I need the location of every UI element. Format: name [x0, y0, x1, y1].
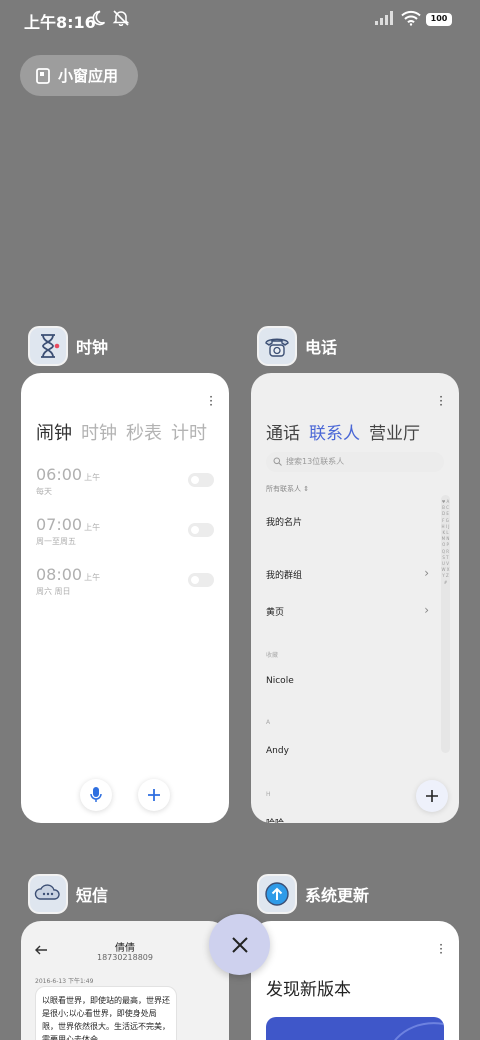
system-update-app-header[interactable]: 系统更新 — [257, 874, 369, 914]
tab-service-hall[interactable]: 营业厅 — [369, 419, 420, 444]
alarm-ampm: 上午 — [84, 523, 101, 532]
add-alarm-button[interactable] — [138, 779, 170, 811]
clock-app-name: 时钟 — [76, 338, 109, 357]
more-options-icon[interactable]: · · · — [439, 939, 443, 959]
mute-bell-icon — [112, 10, 130, 26]
alarm-repeat: 每天 — [36, 487, 52, 496]
alarm-item[interactable]: 07:00 上午 周一至周五 — [36, 515, 214, 547]
messages-app-header[interactable]: 短信 — [28, 874, 108, 914]
plus-icon — [148, 789, 160, 801]
alarm-toggle[interactable] — [188, 473, 214, 487]
more-options-icon[interactable]: · · · — [439, 391, 443, 411]
yellow-pages-item[interactable]: 黄页 — [266, 605, 284, 618]
alarm-toggle[interactable] — [188, 573, 214, 587]
contact-filter[interactable]: 所有联系人 ⇕ — [266, 484, 309, 494]
alarm-item[interactable]: 06:00 上午 每天 — [36, 465, 214, 497]
battery-icon: 100 — [426, 13, 452, 26]
alarm-ampm: 上午 — [84, 573, 101, 582]
message-timestamp: 2016-6-13 下午1:49 — [35, 978, 94, 985]
alarm-repeat: 周一至周五 — [36, 537, 76, 546]
contact-item[interactable]: 哈哈 — [266, 816, 284, 823]
floating-window-label: 小窗应用 — [58, 67, 119, 85]
tab-clock[interactable]: 时钟 — [81, 419, 117, 445]
microphone-icon — [90, 787, 102, 802]
phone-tabs: 通话 联系人 营业厅 — [266, 419, 420, 444]
close-icon — [231, 936, 248, 953]
status-time: 上午8:16 — [24, 13, 96, 32]
section-header: H — [266, 791, 271, 798]
add-contact-button[interactable] — [416, 780, 448, 812]
clock-tabs: 闹钟 时钟 秒表 计时 — [36, 419, 207, 445]
alarm-time: 07:00 — [36, 515, 83, 534]
my-groups-item[interactable]: 我的群组 — [266, 568, 302, 581]
floating-window-icon — [36, 67, 50, 84]
phone-app-card[interactable]: · · · 通话 联系人 营业厅 搜索13位联系人 所有联系人 ⇕ 我的名片 我的群… — [251, 373, 459, 823]
alarm-time: 06:00 — [36, 465, 83, 484]
alphabet-index-scrollbar[interactable]: ♥ A B C D E F G H I J K L M N O P Q R S … — [441, 495, 450, 753]
phone-app-header[interactable]: 电话 — [257, 326, 337, 366]
alarm-repeat: 周六 周日 — [36, 587, 71, 596]
system-update-app-card[interactable]: · · · 发现新版本 — [251, 921, 459, 1040]
search-icon — [273, 457, 282, 466]
alarm-time: 08:00 — [36, 565, 83, 584]
section-header: A — [266, 719, 271, 726]
alarm-ampm: 上午 — [84, 473, 101, 482]
tab-contacts[interactable]: 联系人 — [309, 419, 360, 444]
phone-app-icon — [257, 326, 297, 366]
clear-all-button[interactable] — [209, 914, 270, 975]
contact-item[interactable]: Nicole — [266, 676, 294, 686]
system-update-app-name: 系统更新 — [305, 886, 370, 905]
favorites-header: 收藏 — [266, 652, 279, 659]
contact-search-input[interactable]: 搜索13位联系人 — [266, 452, 444, 472]
tab-stopwatch[interactable]: 秒表 — [126, 419, 162, 445]
chevron-right-icon: › — [424, 566, 429, 580]
wifi-icon — [401, 10, 421, 26]
update-banner — [266, 1017, 444, 1040]
clock-app-card[interactable]: · · · 闹钟 时钟 秒表 计时 06:00 上午 每天 07:00 上午 周一至周五… — [21, 373, 229, 823]
conversation-contact-number: 18730218809 — [97, 953, 153, 962]
status-bar: 上午8:16 100 — [0, 0, 480, 40]
tab-timer[interactable]: 计时 — [171, 419, 207, 445]
clock-app-icon — [28, 326, 68, 366]
clock-app-header[interactable]: 时钟 — [28, 326, 108, 366]
contact-item[interactable]: Andy — [266, 746, 289, 756]
conversation-contact-name: 倩倩 — [115, 943, 135, 954]
phone-app-name: 电话 — [305, 338, 338, 357]
messages-app-card[interactable]: 倩倩 18730218809 2016-6-13 下午1:49 以眼看世界，即使… — [21, 921, 229, 1040]
system-update-app-icon — [257, 874, 297, 914]
chat-cloud-icon — [34, 884, 60, 900]
update-arrow-icon — [265, 882, 289, 906]
tab-calls[interactable]: 通话 — [266, 419, 300, 444]
my-card-item[interactable]: 我的名片 — [266, 515, 302, 528]
update-banner-decoration — [394, 1022, 444, 1040]
do-not-disturb-icon — [92, 10, 106, 26]
messages-app-name: 短信 — [76, 886, 109, 905]
plus-icon — [426, 790, 438, 802]
update-title: 发现新版本 — [266, 980, 351, 1000]
signal-icon — [375, 11, 393, 25]
floating-window-button[interactable]: 小窗应用 — [20, 55, 138, 96]
alphabet-index-letters: ♥ A B C D E F G H I J K L M N O P Q R S … — [441, 499, 450, 585]
hourglass-icon — [41, 334, 60, 358]
tab-alarm[interactable]: 闹钟 — [36, 419, 72, 445]
alarm-toggle[interactable] — [188, 523, 214, 537]
search-placeholder: 搜索13位联系人 — [286, 457, 345, 466]
more-options-icon[interactable]: · · · — [209, 391, 213, 411]
message-bubble[interactable]: 以眼看世界，即使站的最高，世界还是很小;以心看世界，即使身处局限，世界依然很大。… — [35, 986, 177, 1040]
chevron-right-icon: › — [424, 603, 429, 617]
alarm-item[interactable]: 08:00 上午 周六 周日 — [36, 565, 214, 597]
voice-alarm-button[interactable] — [80, 779, 112, 811]
messages-app-icon — [28, 874, 68, 914]
telephone-icon — [265, 338, 289, 357]
